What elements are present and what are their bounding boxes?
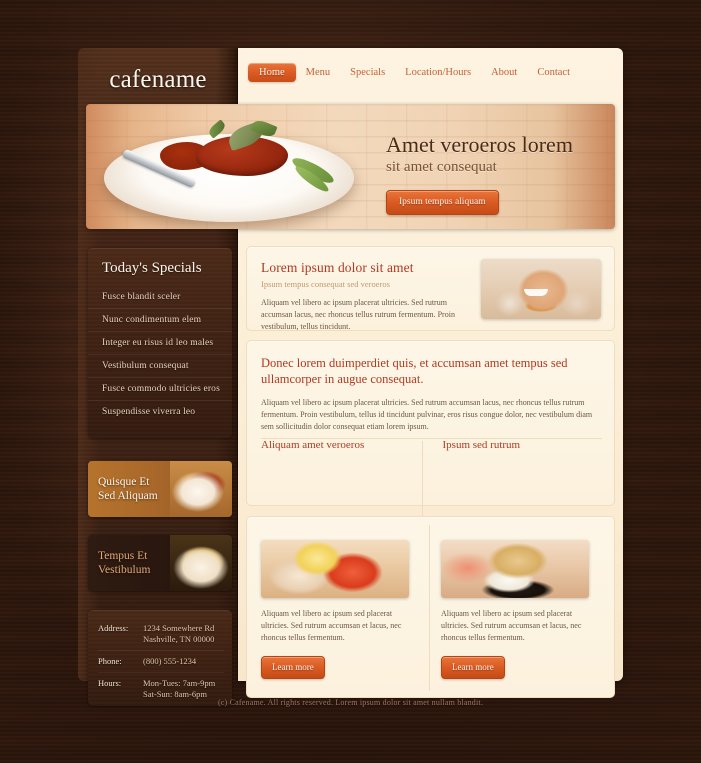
- contact-value: Mon-Tues: 7am-9pm Sat-Sun: 8am-6pm: [143, 678, 216, 699]
- intro-card: Lorem ipsum dolor sit amet Ipsum tempus …: [246, 246, 615, 331]
- hero-text-block: Amet veroeros lorem sit amet consequat I…: [386, 132, 606, 215]
- photo-content: [441, 540, 589, 598]
- column-divider: [429, 525, 430, 691]
- photo-content: [261, 540, 409, 598]
- hero-heading: Amet veroeros lorem: [386, 132, 573, 157]
- smiling-woman-photo: [481, 259, 601, 319]
- contact-info-box: Address: 1234 Somewhere Rd Nashville, TN …: [88, 610, 232, 706]
- column-title: Aliquam amet veroeros: [261, 439, 365, 451]
- column-headings: Aliquam amet veroeros Ipsum sed rutrum: [261, 439, 602, 451]
- contact-label: Phone:: [98, 656, 122, 666]
- nav-item-contact[interactable]: Contact: [527, 63, 580, 82]
- promo-label: Tempus Et Vestibulum: [98, 549, 182, 577]
- contact-value: (800) 555-1234: [143, 656, 197, 666]
- promo-label: Quisque Et Sed Aliquam: [98, 475, 182, 503]
- list-item[interactable]: Integer eu risus id leo males: [88, 331, 232, 354]
- photo-content: [481, 259, 601, 319]
- nav-item-about[interactable]: About: [481, 63, 527, 82]
- list-item[interactable]: Suspendisse viverra leo: [88, 400, 232, 423]
- column-left-heading: Aliquam amet veroeros: [261, 439, 421, 451]
- hero-subheading: sit amet consequat: [386, 159, 497, 175]
- todays-specials-box: Today's Specials Fusce blandit sceler Nu…: [88, 248, 232, 438]
- nav-item-location-hours[interactable]: Location/Hours: [395, 63, 481, 82]
- site-wrapper: cafename Today's Specials Fusce blandit …: [78, 48, 623, 706]
- footer-copyright: (c) Cafename. All rights reserved. Lorem…: [217, 698, 484, 707]
- hero-cta-button[interactable]: Ipsum tempus aliquam: [386, 190, 499, 215]
- shrimp-dish-photo: [261, 540, 409, 598]
- column-title: Ipsum sed rutrum: [442, 439, 521, 451]
- nav-item-home[interactable]: Home: [248, 62, 296, 82]
- main-panel: Home Menu Specials Location/Hours About …: [86, 48, 623, 698]
- column-left: Aliquam vel libero ac ipsum sed placerat…: [261, 531, 419, 679]
- list-item[interactable]: Fusce blandit sceler: [88, 286, 232, 308]
- learn-more-button-right[interactable]: Learn more: [441, 656, 505, 679]
- list-item[interactable]: Vestibulum consequat: [88, 354, 232, 377]
- column-body-text: Aliquam vel libero ac ipsum sed placerat…: [261, 609, 402, 642]
- nav-item-specials[interactable]: Specials: [340, 63, 395, 82]
- learn-more-button-left[interactable]: Learn more: [261, 656, 325, 679]
- two-column-card: Aliquam vel libero ac ipsum sed placerat…: [246, 516, 615, 698]
- column-right: Aliquam vel libero ac ipsum sed placerat…: [441, 531, 599, 679]
- list-item[interactable]: Fusce commodo ultricies eros: [88, 377, 232, 400]
- promo-line-1: Quisque Et: [98, 476, 150, 488]
- promo-line-2: Vestibulum: [98, 564, 151, 576]
- contact-label: Address:: [98, 623, 129, 633]
- contact-row-phone: Phone: (800) 555-1234: [98, 650, 224, 672]
- column-right-heading: Ipsum sed rutrum: [443, 439, 603, 451]
- nav-item-menu[interactable]: Menu: [296, 63, 341, 82]
- hero-banner: Amet veroeros lorem sit amet consequat I…: [86, 104, 615, 229]
- contact-row-address: Address: 1234 Somewhere Rd Nashville, TN …: [98, 621, 224, 650]
- card-body-text: Aliquam vel libero ac ipsum placerat ult…: [261, 398, 593, 431]
- pasta-dish-photo: [104, 117, 354, 225]
- contact-label: Hours:: [98, 678, 122, 688]
- promo-card-quisque[interactable]: Quisque Et Sed Aliquam: [88, 461, 232, 517]
- specials-title: Today's Specials: [102, 260, 202, 276]
- site-logo[interactable]: cafename: [78, 66, 238, 94]
- column-body-text: Aliquam vel libero ac ipsum sed placerat…: [441, 609, 582, 642]
- specials-list: Fusce blandit sceler Nunc condimentum el…: [88, 286, 232, 423]
- promo-card-tempus[interactable]: Tempus Et Vestibulum: [88, 535, 232, 591]
- card-body-text: Aliquam vel libero ac ipsum placerat ult…: [261, 298, 455, 331]
- list-item[interactable]: Nunc condimentum elem: [88, 308, 232, 331]
- feature-card: Donec lorem duimperdiet quis, et accumsa…: [246, 340, 615, 611]
- main-navigation: Home Menu Specials Location/Hours About …: [238, 48, 623, 96]
- contact-value: 1234 Somewhere Rd Nashville, TN 00000: [143, 623, 215, 644]
- promo-line-2: Sed Aliquam: [98, 490, 158, 502]
- sushi-dish-photo: [441, 540, 589, 598]
- promo-line-1: Tempus Et: [98, 550, 148, 562]
- card-title: Donec lorem duimperdiet quis, et accumsa…: [261, 356, 568, 386]
